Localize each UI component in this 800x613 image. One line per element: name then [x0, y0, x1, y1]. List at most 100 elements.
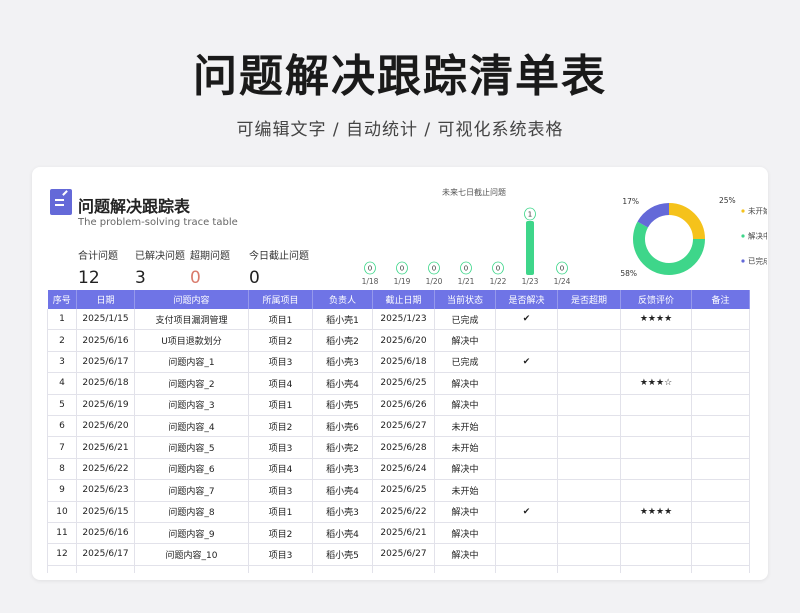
cell-status[interactable]: 解决中: [434, 501, 496, 523]
cell-owner[interactable]: 稻小壳3: [312, 501, 373, 523]
cell-empty[interactable]: [372, 565, 435, 573]
cell-date[interactable]: 2025/1/15: [76, 309, 135, 331]
cell-remark[interactable]: [691, 436, 750, 459]
cell-rating[interactable]: [620, 522, 692, 545]
cell-date[interactable]: 2025/6/23: [76, 479, 135, 502]
cell-date[interactable]: 2025/6/17: [76, 543, 135, 566]
cell-index[interactable]: 3: [47, 351, 77, 374]
cell-rating[interactable]: ★★★★: [620, 501, 692, 523]
cell-date[interactable]: 2025/6/21: [76, 436, 135, 459]
cell-project[interactable]: 项目1: [248, 394, 313, 416]
cell-status[interactable]: 解决中: [434, 522, 496, 545]
cell-empty[interactable]: [76, 565, 135, 573]
cell-status[interactable]: 未开始: [434, 436, 496, 459]
cell-overdue[interactable]: [557, 394, 621, 416]
cell-overdue[interactable]: [557, 543, 621, 566]
cell-deadline[interactable]: 2025/6/21: [372, 522, 435, 545]
cell-index[interactable]: 2: [47, 329, 77, 352]
cell-rating[interactable]: ★★★☆: [620, 372, 692, 395]
cell-overdue[interactable]: [557, 372, 621, 395]
cell-owner[interactable]: 稻小壳2: [312, 329, 373, 352]
cell-owner[interactable]: 稻小壳5: [312, 394, 373, 416]
cell-empty[interactable]: [557, 565, 621, 573]
cell-date[interactable]: 2025/6/17: [76, 351, 135, 374]
cell-remark[interactable]: [691, 329, 750, 352]
cell-empty[interactable]: [248, 565, 313, 573]
cell-empty[interactable]: [134, 565, 249, 573]
cell-owner[interactable]: 稻小壳3: [312, 458, 373, 481]
cell-content[interactable]: 问题内容_4: [134, 415, 249, 438]
cell-remark[interactable]: [691, 351, 750, 374]
cell-deadline[interactable]: 2025/6/18: [372, 351, 435, 374]
cell-index[interactable]: 10: [47, 501, 77, 523]
cell-owner[interactable]: 稻小壳6: [312, 415, 373, 438]
cell-status[interactable]: 解决中: [434, 329, 496, 352]
cell-empty[interactable]: [691, 565, 750, 573]
cell-project[interactable]: 项目3: [248, 436, 313, 459]
cell-project[interactable]: 项目3: [248, 479, 313, 502]
cell-overdue[interactable]: [557, 458, 621, 481]
cell-owner[interactable]: 稻小壳4: [312, 372, 373, 395]
cell-remark[interactable]: [691, 522, 750, 545]
cell-date[interactable]: 2025/6/15: [76, 501, 135, 523]
cell-content[interactable]: 支付项目漏洞管理: [134, 309, 249, 331]
cell-status[interactable]: 解决中: [434, 394, 496, 416]
cell-deadline[interactable]: 2025/6/24: [372, 458, 435, 481]
cell-content[interactable]: 问题内容_5: [134, 436, 249, 459]
cell-project[interactable]: 项目2: [248, 522, 313, 545]
cell-empty[interactable]: [312, 565, 373, 573]
cell-project[interactable]: 项目2: [248, 329, 313, 352]
cell-rating[interactable]: ★★★★: [620, 309, 692, 331]
cell-solved[interactable]: ✔: [495, 501, 558, 523]
cell-overdue[interactable]: [557, 415, 621, 438]
cell-overdue[interactable]: [557, 501, 621, 523]
cell-empty[interactable]: [434, 565, 496, 573]
cell-solved[interactable]: [495, 372, 558, 395]
cell-content[interactable]: 问题内容_7: [134, 479, 249, 502]
cell-rating[interactable]: [620, 543, 692, 566]
cell-status[interactable]: 已完成: [434, 309, 496, 331]
cell-deadline[interactable]: 2025/6/22: [372, 501, 435, 523]
cell-deadline[interactable]: 2025/6/25: [372, 479, 435, 502]
cell-owner[interactable]: 稻小壳3: [312, 351, 373, 374]
cell-status[interactable]: 解决中: [434, 543, 496, 566]
cell-rating[interactable]: [620, 436, 692, 459]
cell-index[interactable]: 8: [47, 458, 77, 481]
cell-solved[interactable]: [495, 522, 558, 545]
cell-solved[interactable]: [495, 415, 558, 438]
cell-owner[interactable]: 稻小壳1: [312, 309, 373, 331]
cell-solved[interactable]: ✔: [495, 351, 558, 374]
cell-content[interactable]: 问题内容_6: [134, 458, 249, 481]
cell-empty[interactable]: [495, 565, 558, 573]
cell-deadline[interactable]: 2025/6/27: [372, 415, 435, 438]
cell-owner[interactable]: 稻小壳4: [312, 522, 373, 545]
cell-index[interactable]: 6: [47, 415, 77, 438]
cell-owner[interactable]: 稻小壳5: [312, 543, 373, 566]
cell-rating[interactable]: [620, 329, 692, 352]
cell-remark[interactable]: [691, 543, 750, 566]
cell-date[interactable]: 2025/6/22: [76, 458, 135, 481]
cell-date[interactable]: 2025/6/16: [76, 329, 135, 352]
cell-deadline[interactable]: 2025/6/20: [372, 329, 435, 352]
cell-index[interactable]: 7: [47, 436, 77, 459]
cell-remark[interactable]: [691, 394, 750, 416]
cell-remark[interactable]: [691, 372, 750, 395]
cell-project[interactable]: 项目1: [248, 501, 313, 523]
cell-content[interactable]: 问题内容_3: [134, 394, 249, 416]
cell-status[interactable]: 未开始: [434, 479, 496, 502]
cell-content[interactable]: U项目退款划分: [134, 329, 249, 352]
cell-deadline[interactable]: 2025/6/27: [372, 543, 435, 566]
cell-content[interactable]: 问题内容_8: [134, 501, 249, 523]
cell-project[interactable]: 项目1: [248, 309, 313, 331]
cell-date[interactable]: 2025/6/16: [76, 522, 135, 545]
cell-solved[interactable]: [495, 479, 558, 502]
cell-index[interactable]: 11: [47, 522, 77, 545]
cell-remark[interactable]: [691, 479, 750, 502]
cell-remark[interactable]: [691, 458, 750, 481]
cell-rating[interactable]: [620, 479, 692, 502]
cell-overdue[interactable]: [557, 309, 621, 331]
cell-status[interactable]: 已完成: [434, 351, 496, 374]
cell-remark[interactable]: [691, 309, 750, 331]
cell-rating[interactable]: [620, 351, 692, 374]
cell-index[interactable]: 4: [47, 372, 77, 395]
